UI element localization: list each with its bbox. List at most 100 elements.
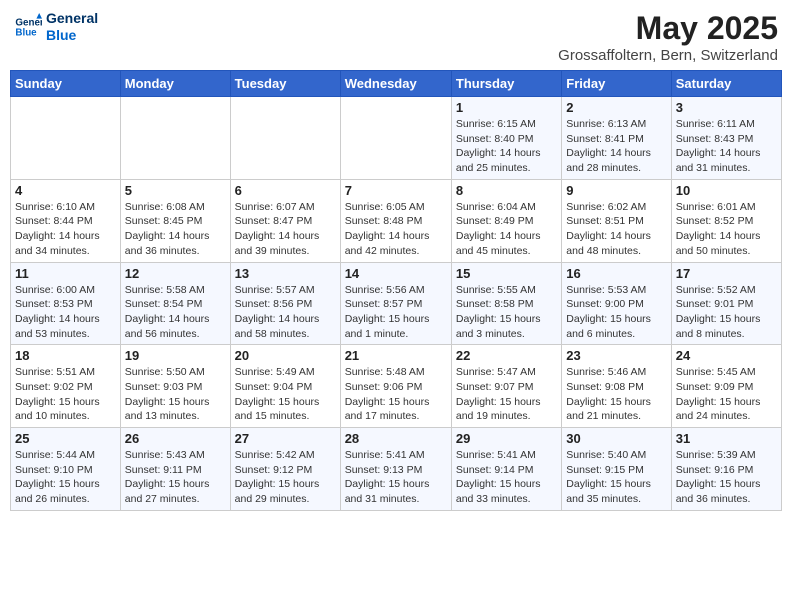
- day-cell: [120, 97, 230, 180]
- day-number: 6: [235, 183, 336, 198]
- day-cell: 29 Sunrise: 5:41 AMSunset: 9:14 PMDayligh…: [451, 428, 561, 511]
- day-info: Sunrise: 5:47 AMSunset: 9:07 PMDaylight:…: [456, 365, 557, 424]
- day-info: Sunrise: 5:43 AMSunset: 9:11 PMDaylight:…: [125, 448, 226, 507]
- day-cell: 23 Sunrise: 5:46 AMSunset: 9:08 PMDayligh…: [562, 345, 671, 428]
- day-cell: 21Sunrise: 5:48 AMSunset: 9:06 PMDayligh…: [340, 345, 451, 428]
- day-cell: 6 Sunrise: 6:07 AMSunset: 8:47 PMDaylight…: [230, 179, 340, 262]
- day-info: Sunrise: 6:11 AMSunset: 8:43 PMDaylight:…: [676, 117, 777, 176]
- day-cell: 14 Sunrise: 5:56 AMSunset: 8:57 PMDayligh…: [340, 262, 451, 345]
- day-number: 22: [456, 348, 557, 363]
- week-row-1: 1 Sunrise: 6:15 AMSunset: 8:40 PMDaylight…: [11, 97, 782, 180]
- day-info: Sunrise: 5:56 AMSunset: 8:57 PMDaylight:…: [345, 283, 447, 342]
- day-cell: 4Sunrise: 6:10 AMSunset: 8:44 PMDaylight…: [11, 179, 121, 262]
- day-info: Sunrise: 5:46 AMSunset: 9:08 PMDaylight:…: [566, 365, 666, 424]
- day-cell: 10 Sunrise: 6:01 AMSunset: 8:52 PMDayligh…: [671, 179, 781, 262]
- day-info: Sunrise: 6:00 AMSunset: 8:53 PMDaylight:…: [15, 283, 116, 342]
- day-number: 29: [456, 431, 557, 446]
- day-info: Sunrise: 5:51 AMSunset: 9:02 PMDaylight:…: [15, 365, 116, 424]
- day-cell: 18 Sunrise: 5:51 AMSunset: 9:02 PMDayligh…: [11, 345, 121, 428]
- day-number: 12: [125, 266, 226, 281]
- day-info: Sunrise: 5:44 AMSunset: 9:10 PMDaylight:…: [15, 448, 116, 507]
- page-header: General Blue General Blue May 2025 Gross…: [10, 10, 782, 64]
- day-number: 15: [456, 266, 557, 281]
- day-header-wednesday: Wednesday: [340, 71, 451, 97]
- day-cell: 24 Sunrise: 5:45 AMSunset: 9:09 PMDayligh…: [671, 345, 781, 428]
- week-row-3: 11Sunrise: 6:00 AMSunset: 8:53 PMDayligh…: [11, 262, 782, 345]
- day-number: 14: [345, 266, 447, 281]
- day-cell: 3 Sunrise: 6:11 AMSunset: 8:43 PMDaylight…: [671, 97, 781, 180]
- day-number: 13: [235, 266, 336, 281]
- week-row-5: 25 Sunrise: 5:44 AMSunset: 9:10 PMDayligh…: [11, 428, 782, 511]
- day-cell: 7Sunrise: 6:05 AMSunset: 8:48 PMDaylight…: [340, 179, 451, 262]
- logo: General Blue General Blue: [14, 10, 98, 44]
- day-info: Sunrise: 5:53 AMSunset: 9:00 PMDaylight:…: [566, 283, 666, 342]
- day-number: 30: [566, 431, 666, 446]
- day-cell: 19 Sunrise: 5:50 AMSunset: 9:03 PMDayligh…: [120, 345, 230, 428]
- day-info: Sunrise: 5:49 AMSunset: 9:04 PMDaylight:…: [235, 365, 336, 424]
- day-info: Sunrise: 5:39 AMSunset: 9:16 PMDaylight:…: [676, 448, 777, 507]
- day-number: 24: [676, 348, 777, 363]
- calendar-header-row: SundayMondayTuesdayWednesdayThursdayFrid…: [11, 71, 782, 97]
- day-info: Sunrise: 6:10 AMSunset: 8:44 PMDaylight:…: [15, 200, 116, 259]
- day-info: Sunrise: 6:01 AMSunset: 8:52 PMDaylight:…: [676, 200, 777, 259]
- day-cell: 20 Sunrise: 5:49 AMSunset: 9:04 PMDayligh…: [230, 345, 340, 428]
- day-info: Sunrise: 5:40 AMSunset: 9:15 PMDaylight:…: [566, 448, 666, 507]
- title-block: May 2025 Grossaffoltern, Bern, Switzerla…: [558, 10, 778, 64]
- day-cell: 26Sunrise: 5:43 AMSunset: 9:11 PMDayligh…: [120, 428, 230, 511]
- logo-icon: General Blue: [14, 13, 42, 41]
- day-header-friday: Friday: [562, 71, 671, 97]
- day-cell: [340, 97, 451, 180]
- day-cell: 12 Sunrise: 5:58 AMSunset: 8:54 PMDayligh…: [120, 262, 230, 345]
- day-cell: [11, 97, 121, 180]
- day-cell: 28Sunrise: 5:41 AMSunset: 9:13 PMDayligh…: [340, 428, 451, 511]
- day-info: Sunrise: 5:58 AMSunset: 8:54 PMDaylight:…: [125, 283, 226, 342]
- day-number: 1: [456, 100, 557, 115]
- logo-line1: General: [46, 10, 98, 27]
- day-number: 5: [125, 183, 226, 198]
- day-info: Sunrise: 6:02 AMSunset: 8:51 PMDaylight:…: [566, 200, 666, 259]
- day-cell: 13 Sunrise: 5:57 AMSunset: 8:56 PMDayligh…: [230, 262, 340, 345]
- day-number: 2: [566, 100, 666, 115]
- day-number: 23: [566, 348, 666, 363]
- day-cell: 11Sunrise: 6:00 AMSunset: 8:53 PMDayligh…: [11, 262, 121, 345]
- day-info: Sunrise: 6:04 AMSunset: 8:49 PMDaylight:…: [456, 200, 557, 259]
- day-info: Sunrise: 5:41 AMSunset: 9:14 PMDaylight:…: [456, 448, 557, 507]
- calendar-subtitle: Grossaffoltern, Bern, Switzerland: [558, 47, 778, 64]
- day-number: 16: [566, 266, 666, 281]
- day-info: Sunrise: 5:50 AMSunset: 9:03 PMDaylight:…: [125, 365, 226, 424]
- day-info: Sunrise: 6:08 AMSunset: 8:45 PMDaylight:…: [125, 200, 226, 259]
- day-cell: 9 Sunrise: 6:02 AMSunset: 8:51 PMDaylight…: [562, 179, 671, 262]
- day-info: Sunrise: 5:55 AMSunset: 8:58 PMDaylight:…: [456, 283, 557, 342]
- calendar-table: SundayMondayTuesdayWednesdayThursdayFrid…: [10, 70, 782, 511]
- day-number: 19: [125, 348, 226, 363]
- day-cell: 25 Sunrise: 5:44 AMSunset: 9:10 PMDayligh…: [11, 428, 121, 511]
- day-number: 8: [456, 183, 557, 198]
- day-cell: 2Sunrise: 6:13 AMSunset: 8:41 PMDaylight…: [562, 97, 671, 180]
- day-number: 3: [676, 100, 777, 115]
- day-number: 18: [15, 348, 116, 363]
- week-row-2: 4Sunrise: 6:10 AMSunset: 8:44 PMDaylight…: [11, 179, 782, 262]
- day-info: Sunrise: 5:57 AMSunset: 8:56 PMDaylight:…: [235, 283, 336, 342]
- logo-line2: Blue: [46, 27, 98, 44]
- day-cell: 22 Sunrise: 5:47 AMSunset: 9:07 PMDayligh…: [451, 345, 561, 428]
- day-number: 20: [235, 348, 336, 363]
- day-number: 10: [676, 183, 777, 198]
- day-info: Sunrise: 6:15 AMSunset: 8:40 PMDaylight:…: [456, 117, 557, 176]
- day-cell: 16 Sunrise: 5:53 AMSunset: 9:00 PMDayligh…: [562, 262, 671, 345]
- day-info: Sunrise: 5:48 AMSunset: 9:06 PMDaylight:…: [345, 365, 447, 424]
- day-number: 9: [566, 183, 666, 198]
- svg-text:Blue: Blue: [15, 27, 37, 38]
- day-cell: 15 Sunrise: 5:55 AMSunset: 8:58 PMDayligh…: [451, 262, 561, 345]
- day-cell: 1 Sunrise: 6:15 AMSunset: 8:40 PMDaylight…: [451, 97, 561, 180]
- day-cell: 17Sunrise: 5:52 AMSunset: 9:01 PMDayligh…: [671, 262, 781, 345]
- day-info: Sunrise: 6:07 AMSunset: 8:47 PMDaylight:…: [235, 200, 336, 259]
- day-info: Sunrise: 5:41 AMSunset: 9:13 PMDaylight:…: [345, 448, 447, 507]
- day-cell: 30 Sunrise: 5:40 AMSunset: 9:15 PMDayligh…: [562, 428, 671, 511]
- day-info: Sunrise: 5:42 AMSunset: 9:12 PMDaylight:…: [235, 448, 336, 507]
- day-info: Sunrise: 6:05 AMSunset: 8:48 PMDaylight:…: [345, 200, 447, 259]
- day-cell: 27 Sunrise: 5:42 AMSunset: 9:12 PMDayligh…: [230, 428, 340, 511]
- day-number: 27: [235, 431, 336, 446]
- day-number: 25: [15, 431, 116, 446]
- day-info: Sunrise: 5:52 AMSunset: 9:01 PMDaylight:…: [676, 283, 777, 342]
- day-info: Sunrise: 5:45 AMSunset: 9:09 PMDaylight:…: [676, 365, 777, 424]
